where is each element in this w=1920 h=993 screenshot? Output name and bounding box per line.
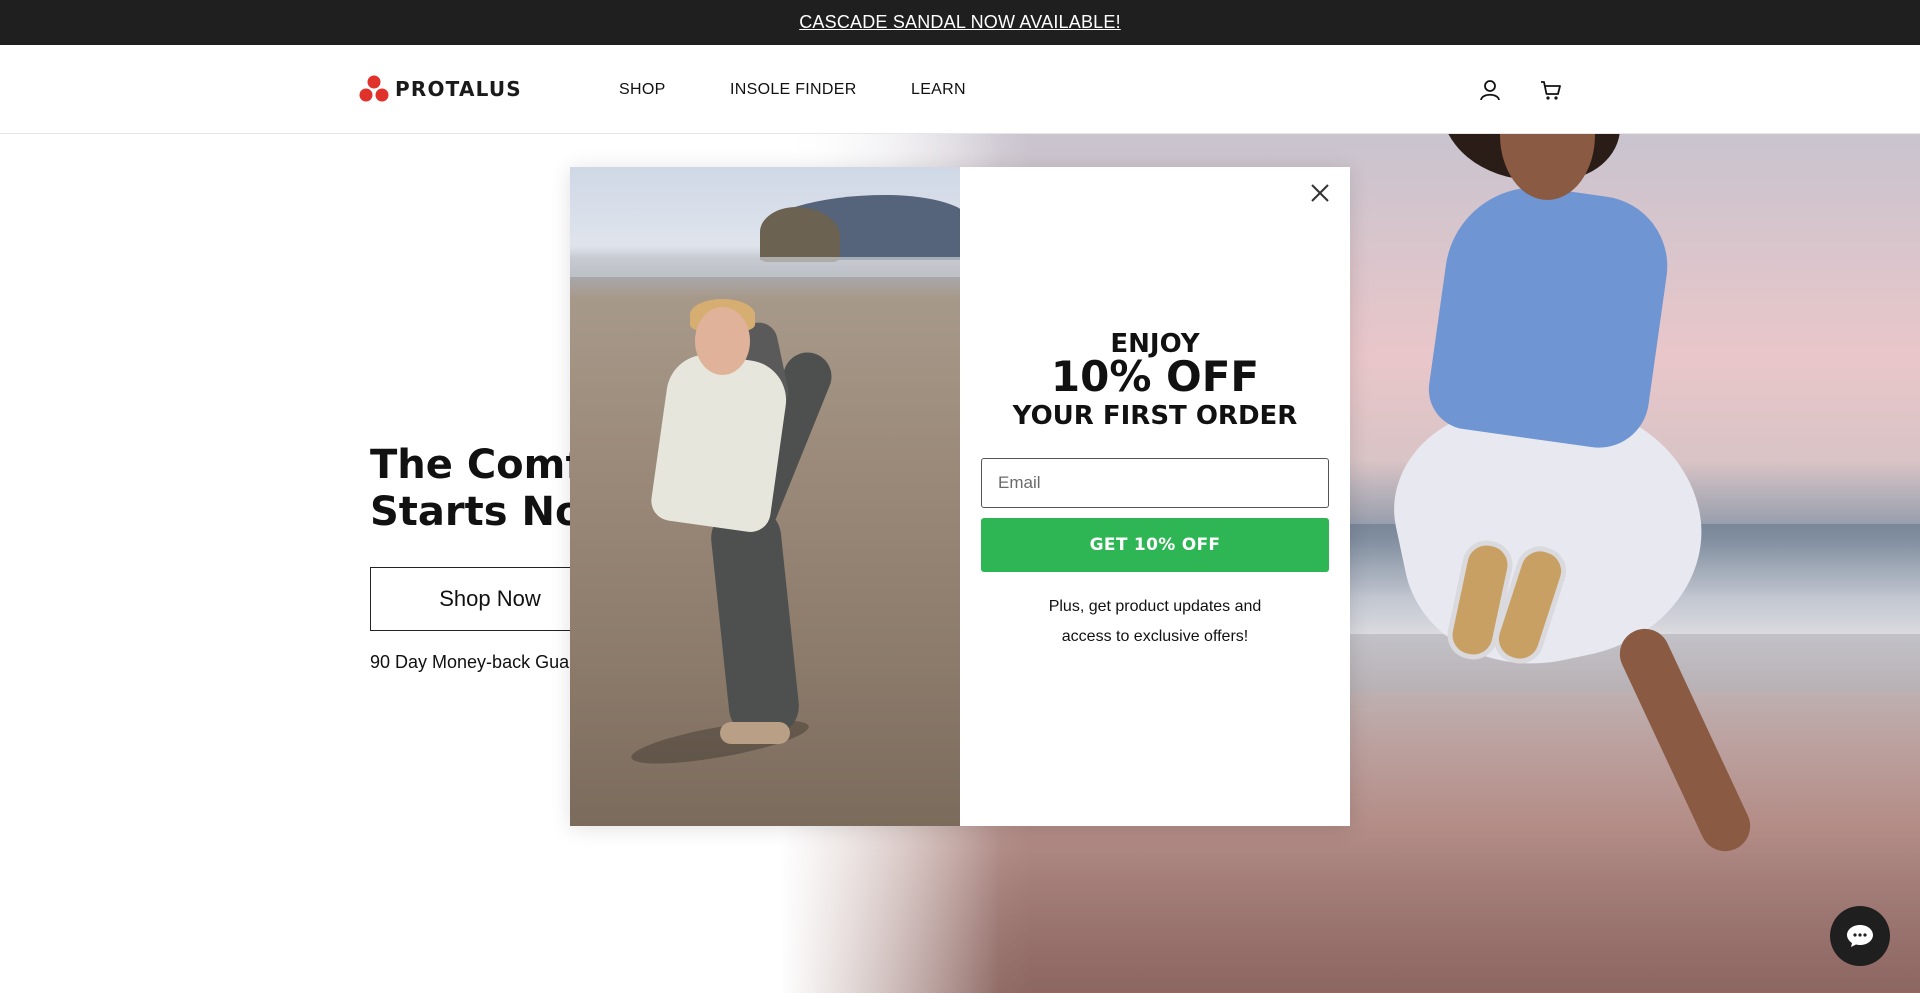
nav-shop[interactable]: SHOP — [619, 81, 666, 99]
popup-image — [570, 167, 960, 826]
popup-heading-first-order: YOUR FIRST ORDER — [1012, 401, 1298, 431]
nav-insole-finder[interactable]: INSOLE FINDER — [730, 81, 857, 99]
popup-fine-print: Plus, get product updates and access to … — [1000, 592, 1310, 652]
cart-icon[interactable] — [1539, 78, 1563, 102]
nav-learn[interactable]: LEARN — [911, 81, 966, 99]
announcement-link[interactable]: CASCADE SANDAL NOW AVAILABLE! — [799, 12, 1121, 33]
close-icon[interactable] — [1306, 179, 1334, 207]
chat-bubble-icon — [1847, 925, 1873, 947]
logo-mark-icon — [359, 75, 389, 102]
site-header: PROTALUS SHOP INSOLE FINDER LEARN — [0, 45, 1920, 134]
popup-heading-discount: 10% OFF — [1050, 352, 1260, 401]
logo[interactable]: PROTALUS — [359, 75, 522, 103]
popup-form: ENJOY 10% OFF YOUR FIRST ORDER GET 10% O… — [960, 167, 1350, 826]
chat-button[interactable] — [1830, 906, 1890, 966]
popup-fine-line1: Plus, get product updates and — [1048, 598, 1262, 615]
account-icon[interactable] — [1478, 78, 1502, 102]
get-discount-button[interactable]: GET 10% OFF — [981, 518, 1329, 572]
discount-popup: ENJOY 10% OFF YOUR FIRST ORDER GET 10% O… — [570, 167, 1350, 826]
email-field[interactable] — [981, 458, 1329, 508]
logo-text: PROTALUS — [395, 77, 522, 101]
announcement-bar: CASCADE SANDAL NOW AVAILABLE! — [0, 0, 1920, 45]
popup-fine-line2: access to exclusive offers! — [1061, 628, 1249, 645]
